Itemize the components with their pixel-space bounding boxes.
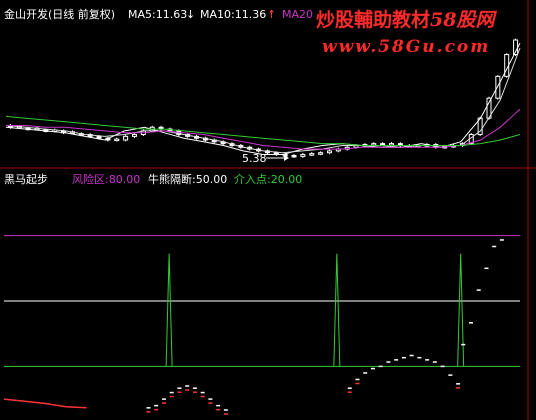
ma20-label: MA20	[282, 8, 313, 21]
svg-text:www.58Gu.com: www.58Gu.com	[322, 37, 490, 57]
ma5-label: MA5:11.63	[128, 8, 187, 21]
candle-body	[389, 143, 394, 146]
down-arrow-icon: ↓	[186, 8, 195, 21]
low-price-annotation: 5.38	[242, 152, 267, 165]
ma10-label: MA10:11.36	[200, 8, 266, 21]
stock-title: 金山开发(日线 前复权)	[4, 7, 115, 21]
risk-level-label: 风险区:80.00	[72, 172, 140, 186]
candle-body	[309, 153, 315, 156]
candle-body	[300, 154, 306, 157]
svg-text:炒股輔助教材: 炒股輔助教材	[316, 8, 430, 31]
up-arrow-icon: ↑	[267, 8, 276, 21]
indicator-name: 黑马起步	[4, 173, 48, 186]
candle-body	[132, 134, 137, 137]
candle-body	[495, 75, 501, 99]
candle-body	[318, 152, 324, 155]
bull-bear-level-label: 牛熊隔断:50.00	[148, 172, 227, 186]
stock-chart: 金山开发(日线 前复权) MA5:11.63 ↓ MA10:11.36 ↑ MA…	[0, 0, 536, 420]
candle-body	[96, 135, 102, 139]
candle-body	[380, 143, 386, 146]
candle-body	[123, 135, 129, 141]
candle-body	[326, 150, 332, 154]
candle-body	[291, 154, 297, 158]
entry-level-label: 介入点:20.00	[234, 173, 302, 186]
candle-body	[371, 143, 377, 146]
candle-body	[114, 138, 120, 142]
svg-text:58股网: 58股网	[430, 9, 497, 31]
